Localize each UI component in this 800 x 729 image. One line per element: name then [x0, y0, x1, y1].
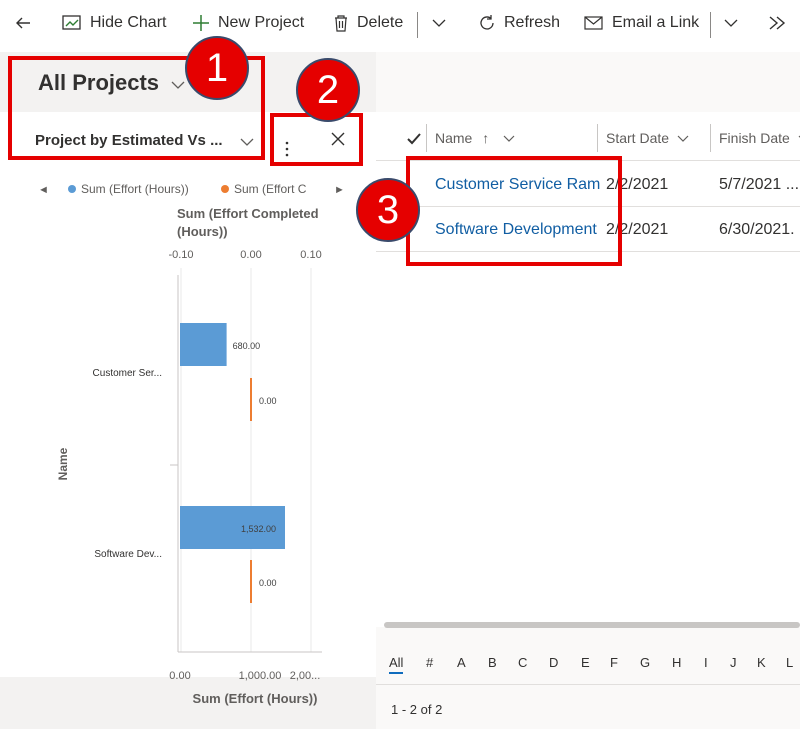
column-header-label: Name — [435, 130, 473, 146]
top-axis-title: Sum (Effort Completed — [177, 206, 319, 221]
flow-button[interactable] — [768, 14, 798, 32]
chart-icon — [62, 15, 81, 30]
column-header-label: Finish Date — [719, 130, 790, 146]
column-divider — [597, 124, 598, 152]
bar — [250, 378, 252, 421]
footer-divider — [376, 684, 800, 685]
callout-badge-2: 2 — [296, 58, 360, 122]
legend-marker — [221, 185, 229, 193]
legend-next-arrow: ► — [334, 184, 345, 196]
category-label: Software Dev... — [94, 549, 162, 560]
chevron-down-icon — [724, 19, 738, 27]
flow-icon — [769, 16, 786, 30]
email-link-label: Email a Link — [612, 14, 700, 31]
finish-date-cell: 5/7/2021 ... — [719, 176, 800, 193]
alpha-filter-all[interactable]: All — [389, 655, 404, 674]
email-icon — [584, 16, 603, 30]
legend-prev-arrow: ◄ — [38, 184, 49, 196]
paging-status: 1 - 2 of 2 — [391, 702, 443, 717]
delete-label: Delete — [357, 14, 404, 31]
alpha-filter-item[interactable]: D — [549, 655, 558, 670]
alpha-filter-item[interactable]: E — [581, 655, 590, 670]
delete-button[interactable]: Delete — [333, 14, 403, 32]
data-label: 0.00 — [259, 578, 277, 588]
callout-box-3 — [406, 156, 622, 266]
alpha-filter-item[interactable]: A — [457, 655, 466, 670]
bottom-axis-tick-label: 1,000.00 — [239, 670, 282, 682]
bottom-axis-title: Sum (Effort (Hours)) — [193, 691, 318, 706]
alpha-filter-item[interactable]: C — [518, 655, 527, 670]
new-project-button[interactable]: New Project — [192, 14, 304, 32]
alpha-filter-item[interactable]: K — [757, 655, 766, 670]
email-link-button[interactable]: Email a Link — [584, 14, 699, 32]
checkmark-icon[interactable] — [406, 132, 422, 146]
callout-badge-3: 3 — [356, 178, 420, 242]
callout-box-2 — [270, 113, 363, 166]
alpha-filter-item[interactable]: I — [704, 655, 708, 670]
sort-up-icon: ↑ — [482, 130, 490, 146]
column-divider — [426, 124, 427, 152]
alpha-filter-item[interactable]: L — [786, 655, 793, 670]
chevron-down-icon — [677, 135, 689, 142]
legend-label: Sum (Effort C — [234, 182, 307, 196]
bottom-axis-tick-label: 2,00... — [290, 670, 321, 682]
bar-chart: ◄ Sum (Effort (Hours)) Sum (Effort C ► Sum (… — [38, 182, 345, 706]
alpha-filter-item[interactable]: F — [610, 655, 618, 670]
toolbar-divider — [710, 12, 711, 38]
top-axis-title: (Hours)) — [177, 224, 228, 239]
column-header-start-date[interactable]: Start Date — [606, 130, 689, 146]
refresh-label: Refresh — [504, 14, 561, 31]
arrow-left-icon — [16, 17, 30, 29]
data-label: 0.00 — [259, 396, 277, 406]
bar — [180, 323, 227, 366]
legend-marker — [68, 185, 76, 193]
alpha-filter-item[interactable]: B — [488, 655, 497, 670]
alpha-filter-item[interactable]: H — [672, 655, 681, 670]
top-axis-tick-label: 0.10 — [300, 249, 321, 261]
more-dropdown-button[interactable] — [724, 18, 746, 28]
finish-date-cell: 6/30/2021. — [719, 221, 795, 238]
bottom-axis-tick-label: 0.00 — [169, 670, 190, 682]
command-bar: Hide Chart New Project Delete Refresh Em… — [0, 0, 800, 53]
alpha-filter-item[interactable]: G — [640, 655, 650, 670]
trash-icon — [335, 15, 347, 32]
data-label: 680.00 — [233, 341, 261, 351]
back-button[interactable] — [14, 14, 40, 32]
bar — [250, 560, 252, 603]
column-header-label: Start Date — [606, 130, 670, 146]
top-axis-tick-label: 0.00 — [240, 249, 261, 261]
alpha-filter-item[interactable]: # — [426, 655, 433, 670]
chevron-down-icon — [503, 135, 515, 142]
column-divider — [710, 124, 711, 152]
data-label: 1,532.00 — [241, 524, 276, 534]
plus-icon — [193, 15, 209, 31]
alpha-filter-item[interactable]: J — [730, 655, 737, 670]
new-project-label: New Project — [218, 14, 305, 31]
column-header-finish-date[interactable]: Finish Date — [719, 130, 800, 146]
refresh-button[interactable]: Refresh — [478, 14, 560, 32]
refresh-icon — [480, 15, 494, 30]
legend-label: Sum (Effort (Hours)) — [81, 182, 189, 196]
column-header-name[interactable]: Name ↑ — [435, 130, 515, 146]
chevron-down-icon — [432, 19, 446, 27]
top-axis-tick-label: -0.10 — [168, 249, 193, 261]
callout-badge-1: 1 — [185, 36, 249, 100]
more-dropdown-button[interactable] — [432, 18, 454, 28]
hide-chart-button[interactable]: Hide Chart — [62, 14, 166, 32]
hide-chart-label: Hide Chart — [90, 14, 167, 31]
horizontal-scrollbar[interactable] — [384, 622, 800, 628]
category-label: Customer Ser... — [93, 368, 162, 379]
y-axis-title: Name — [56, 447, 70, 480]
toolbar-divider — [417, 12, 418, 38]
